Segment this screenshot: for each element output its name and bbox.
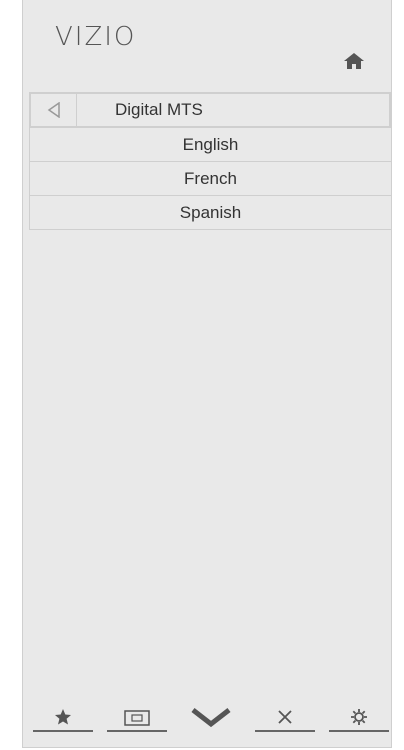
input-icon	[124, 710, 150, 726]
chevron-down-icon	[191, 708, 231, 728]
wide-button[interactable]	[181, 700, 241, 732]
menu-header: Digital MTS	[29, 92, 391, 128]
settings-panel: VIZIO Digital MTS English French Spanish	[22, 0, 392, 748]
back-arrow-icon	[47, 102, 60, 118]
menu-item-label: French	[184, 169, 237, 188]
gear-icon	[351, 709, 367, 725]
settings-button[interactable]	[329, 700, 389, 732]
closed-captions-button[interactable]	[255, 700, 315, 732]
close-icon	[278, 710, 292, 724]
menu-title: Digital MTS	[115, 100, 203, 119]
menu-item-label: English	[182, 135, 239, 154]
bottom-bar	[23, 700, 391, 740]
back-button[interactable]	[31, 94, 77, 126]
favorites-button[interactable]	[33, 700, 93, 732]
menu-list: Digital MTS English French Spanish	[29, 92, 391, 230]
home-icon[interactable]	[343, 52, 365, 70]
input-button[interactable]	[107, 700, 167, 732]
menu-item-french[interactable]: French	[29, 162, 391, 196]
menu-item-spanish[interactable]: Spanish	[29, 196, 391, 230]
vizio-logo: VIZIO	[55, 22, 137, 52]
star-icon	[55, 709, 71, 725]
menu-item-label: Spanish	[179, 203, 242, 222]
menu-item-english[interactable]: English	[29, 128, 391, 162]
